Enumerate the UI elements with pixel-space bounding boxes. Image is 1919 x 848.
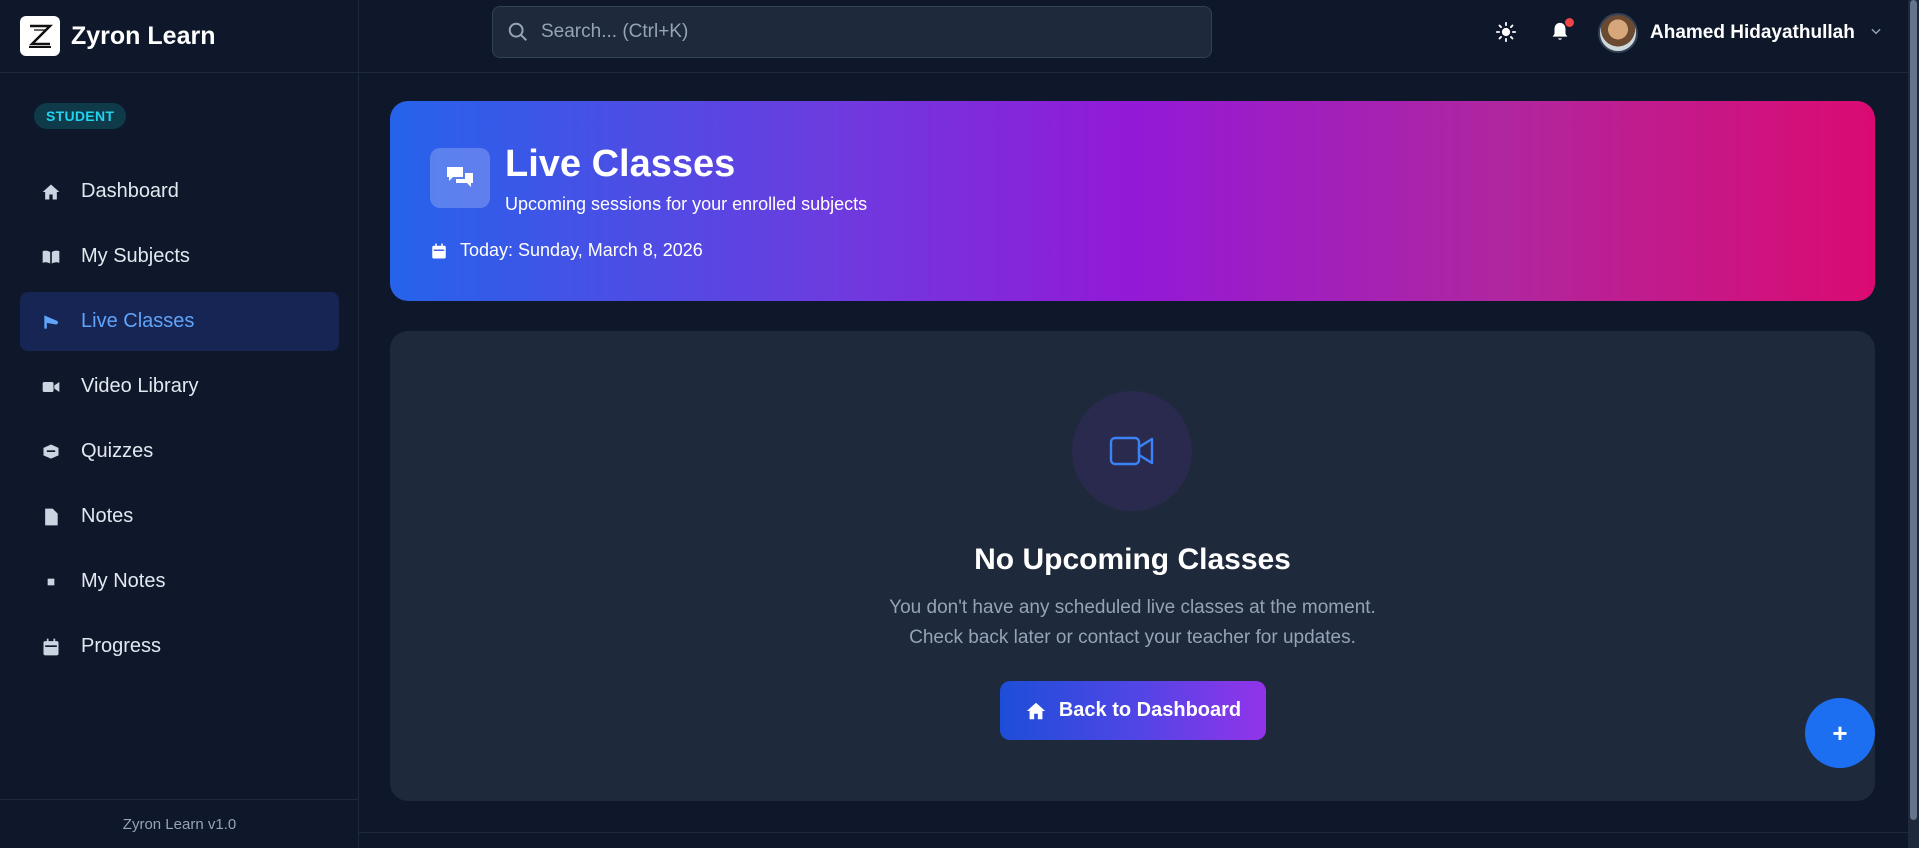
sidebar-item-video-library[interactable]: Video Library: [20, 357, 339, 416]
empty-state-line: You don't have any scheduled live classe…: [889, 597, 1376, 618]
quiz-icon: [40, 441, 62, 463]
home-icon: [1026, 702, 1046, 719]
calendar-icon: [432, 243, 446, 258]
file-icon: [40, 506, 62, 528]
calendar-icon: [40, 636, 62, 658]
note-icon: [40, 571, 62, 593]
sun-icon: [1495, 21, 1517, 43]
chat-icon: [430, 148, 490, 208]
user-name: Ahamed Hidayathullah: [1650, 22, 1855, 43]
video-camera-icon: [1072, 391, 1192, 511]
sidebar-item-progress[interactable]: Progress: [20, 617, 339, 676]
sidebar: Zyron Learn STUDENT Dashboard My Subject…: [0, 0, 359, 848]
page-hero-banner: Live Classes Upcoming sessions for your …: [390, 101, 1875, 301]
today-date-text: Today: Sunday, March 8, 2026: [460, 240, 703, 260]
brand-logo: [20, 16, 60, 56]
notification-dot: [1565, 18, 1574, 27]
sidebar-item-label: My Notes: [81, 570, 166, 592]
sidebar-item-notes[interactable]: Notes: [20, 487, 339, 546]
sidebar-item-quizzes[interactable]: Quizzes: [20, 422, 339, 481]
back-to-dashboard-label: Back to Dashboard: [1058, 699, 1242, 721]
sidebar-nav: Dashboard My Subjects Live Classes Video…: [20, 162, 339, 682]
book-icon: [40, 246, 62, 268]
sidebar-item-label: Live Classes: [81, 310, 195, 332]
scrollbar-thumb[interactable]: [1910, 0, 1917, 820]
today-date: Today: Sunday, March 8, 2026: [430, 240, 703, 261]
chevron-down-icon: [1869, 24, 1883, 43]
page-title: Live Classes: [505, 143, 736, 185]
divider: [359, 832, 1908, 833]
search-bar[interactable]: [492, 6, 1212, 58]
broadcast-icon: [40, 311, 62, 333]
sidebar-item-label: Dashboard: [81, 180, 179, 202]
page-subtitle: Upcoming sessions for your enrolled subj…: [505, 194, 868, 214]
role-badge: STUDENT: [34, 103, 127, 129]
empty-state-message: You don't have any scheduled live classe…: [390, 593, 1875, 653]
top-header: Ahamed Hidayathullah: [359, 0, 1908, 73]
video-icon: [40, 376, 62, 398]
scrollbar[interactable]: [1908, 0, 1919, 848]
sidebar-item-label: Video Library: [81, 375, 199, 397]
add-fab-button[interactable]: +: [1805, 698, 1875, 768]
brand-name: Zyron Learn: [71, 21, 216, 50]
sidebar-item-label: Notes: [81, 505, 134, 527]
sidebar-item-live-classes[interactable]: Live Classes: [20, 292, 339, 351]
sidebar-item-label: My Subjects: [81, 245, 190, 267]
sidebar-item-dashboard[interactable]: Dashboard: [20, 162, 339, 221]
sidebar-item-label: Progress: [81, 635, 162, 657]
back-to-dashboard-button[interactable]: Back to Dashboard: [1000, 681, 1266, 740]
theme-toggle-button[interactable]: [1492, 18, 1520, 46]
notifications-button[interactable]: [1546, 18, 1574, 46]
home-icon: [40, 181, 62, 203]
brand[interactable]: Zyron Learn: [0, 0, 358, 73]
empty-state-card: No Upcoming Classes You don't have any s…: [390, 331, 1875, 801]
empty-state-line: Check back later or contact your teacher…: [909, 627, 1356, 648]
search-input[interactable]: [541, 21, 1181, 43]
sidebar-item-label: Quizzes: [81, 440, 154, 462]
avatar: [1598, 13, 1638, 53]
search-icon: [508, 22, 527, 41]
user-menu[interactable]: Ahamed Hidayathullah: [1598, 12, 1883, 54]
sidebar-footer: Zyron Learn v1.0: [0, 799, 359, 848]
sidebar-item-my-subjects[interactable]: My Subjects: [20, 227, 339, 286]
empty-state-title: No Upcoming Classes: [974, 543, 1291, 576]
sidebar-item-my-notes[interactable]: My Notes: [20, 552, 339, 611]
